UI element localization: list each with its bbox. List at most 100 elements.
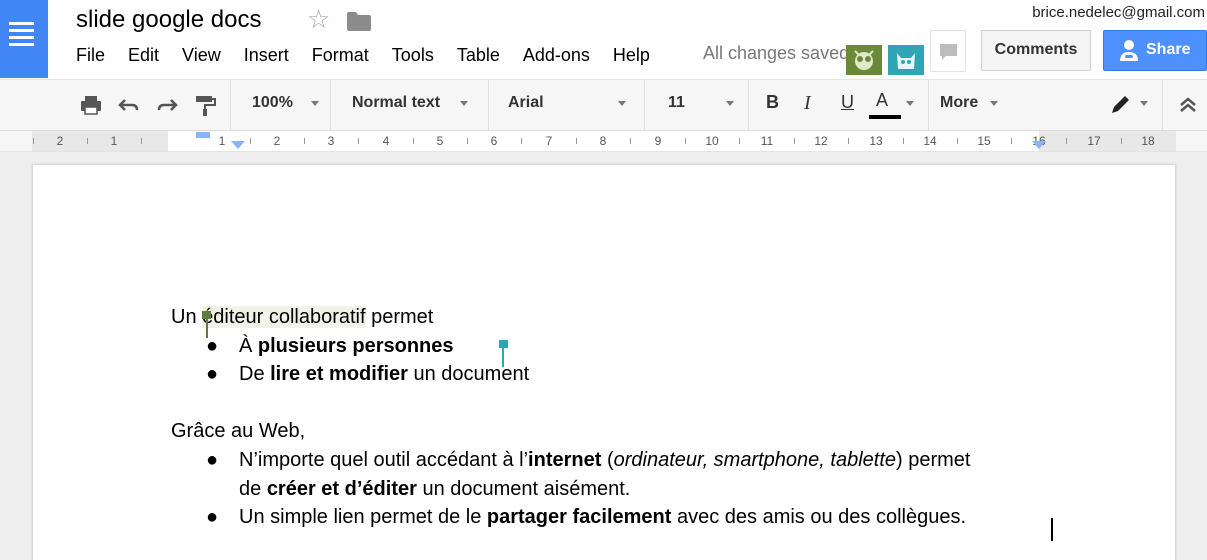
ruler-number: 14 — [923, 134, 937, 148]
share-person-icon — [1120, 40, 1138, 61]
more-button[interactable]: More — [940, 94, 978, 112]
ruler-tick — [576, 138, 577, 144]
bold-button[interactable]: B — [766, 92, 779, 113]
ruler-number: 13 — [869, 134, 883, 148]
style-caret-icon[interactable] — [460, 101, 468, 106]
ruler-right-margin[interactable] — [1039, 131, 1176, 151]
print-icon[interactable] — [78, 93, 104, 117]
menu-help[interactable]: Help — [613, 45, 650, 69]
editing-mode-pencil-icon[interactable] — [1108, 93, 1134, 117]
ruler-tick — [413, 138, 414, 144]
toolbar-separator — [488, 80, 489, 130]
menu-addons[interactable]: Add-ons — [523, 45, 590, 69]
menu-view[interactable]: View — [182, 45, 221, 69]
ruler-number: 15 — [977, 134, 991, 148]
toolbar-separator — [748, 80, 749, 130]
bold-text: plusieurs personnes — [257, 334, 454, 357]
italic-button[interactable]: I — [804, 92, 811, 115]
collaborator-avatar[interactable] — [888, 45, 924, 75]
google-docs-app: slide google docs ☆ File Edit View Inser… — [0, 0, 1207, 560]
toolbar-separator — [644, 80, 645, 130]
comments-button[interactable]: Comments — [981, 30, 1091, 71]
menu-insert[interactable]: Insert — [244, 45, 289, 69]
underline-button[interactable]: U — [841, 92, 854, 113]
ruler-left-margin[interactable] — [32, 131, 168, 151]
document-title[interactable]: slide google docs — [76, 6, 261, 34]
style-select[interactable]: Normal text — [352, 94, 440, 112]
text-caret — [1051, 518, 1053, 541]
share-button[interactable]: Share — [1103, 30, 1207, 71]
text-run: ( — [601, 448, 614, 471]
text-run: permet — [365, 306, 434, 328]
paint-format-icon[interactable] — [192, 93, 218, 117]
undo-icon[interactable] — [116, 93, 142, 117]
toolbar-separator — [230, 80, 231, 130]
collaborator-avatar[interactable] — [846, 45, 882, 75]
save-status[interactable]: All changes saved — [703, 43, 846, 64]
document-page[interactable]: Un éditeur collaboratif permet ● À plusi… — [32, 164, 1176, 560]
list-item: ● De lire et modifier un document — [171, 360, 1071, 389]
ruler-number: 5 — [436, 134, 444, 148]
ruler-number: 10 — [705, 134, 719, 148]
docs-home-icon[interactable] — [0, 0, 48, 78]
ruler-number: 4 — [382, 134, 390, 148]
chat-button[interactable] — [930, 30, 966, 72]
ruler-tick — [957, 138, 958, 144]
zoom-caret-icon[interactable] — [311, 101, 319, 106]
ruler-number: 12 — [814, 134, 828, 148]
bullet-icon: ● — [206, 448, 219, 471]
menu-format[interactable]: Format — [312, 45, 369, 69]
menu-table[interactable]: Table — [457, 45, 500, 69]
share-label: Share — [1146, 41, 1191, 58]
chat-icon — [940, 44, 957, 60]
font-size-select[interactable]: 11 — [668, 94, 685, 112]
ruler-tick — [685, 138, 686, 144]
ruler-number: 8 — [599, 134, 607, 148]
menu-tools[interactable]: Tools — [392, 45, 434, 69]
right-indent-marker[interactable] — [1032, 141, 1046, 149]
bullet-icon: ● — [206, 506, 219, 529]
text-run: À — [239, 334, 258, 357]
folder-icon[interactable] — [347, 12, 371, 31]
text-run: Un simple lien permet de le — [239, 506, 487, 529]
left-indent-marker[interactable] — [231, 141, 245, 149]
first-line-indent-marker[interactable] — [196, 132, 210, 138]
zoom-select[interactable]: 100% — [252, 94, 293, 112]
menu-edit[interactable]: Edit — [128, 45, 159, 69]
list-item: ● À plusieurs personnes — [171, 332, 1071, 361]
text-color-button[interactable]: A — [876, 90, 888, 111]
ruler-tick — [521, 138, 522, 144]
toolbar-separator — [928, 80, 929, 130]
ruler-tick — [739, 138, 740, 144]
ruler[interactable]: 2 1 1 2 3 4 5 6 7 8 9 10 11 12 13 14 15 … — [0, 131, 1207, 152]
account-email[interactable]: brice.nedelec@gmail.com — [1032, 4, 1205, 21]
collapse-menus-icon[interactable] — [1175, 93, 1201, 117]
font-caret-icon[interactable] — [618, 101, 626, 106]
ruler-tick — [33, 138, 34, 144]
document-body[interactable]: Un éditeur collaboratif permet ● À plusi… — [171, 303, 1071, 532]
font-select[interactable]: Arial — [508, 94, 544, 112]
menu-file[interactable]: File — [76, 45, 105, 69]
paragraph: Un éditeur collaboratif permet — [171, 303, 1071, 332]
paragraph: Grâce au Web, — [171, 420, 306, 443]
text-run: N’importe quel outil accédant à l’ — [239, 448, 529, 471]
toolbar-separator — [1162, 80, 1163, 130]
ruler-number: 1 — [218, 134, 226, 148]
editing-mode-caret-icon[interactable] — [1140, 101, 1148, 106]
text-run: Un — [171, 306, 203, 328]
ruler-number: 2 — [56, 134, 64, 148]
text-color-caret-icon[interactable] — [906, 101, 914, 106]
redo-icon[interactable] — [154, 93, 180, 117]
ruler-number: 11 — [760, 134, 774, 148]
text-run: ) permet — [896, 448, 971, 471]
font-size-caret-icon[interactable] — [726, 101, 734, 106]
star-icon[interactable]: ☆ — [307, 4, 330, 35]
more-caret-icon[interactable] — [990, 101, 998, 106]
cat-avatar-icon — [897, 53, 915, 69]
bold-text: lire et modifier — [270, 363, 408, 386]
ruler-tick — [1011, 138, 1012, 144]
ruler-number: 7 — [545, 134, 553, 148]
ruler-number: 9 — [654, 134, 662, 148]
ruler-number: 18 — [1141, 134, 1155, 148]
menu-bar: File Edit View Insert Format Tools Table… — [76, 45, 673, 69]
